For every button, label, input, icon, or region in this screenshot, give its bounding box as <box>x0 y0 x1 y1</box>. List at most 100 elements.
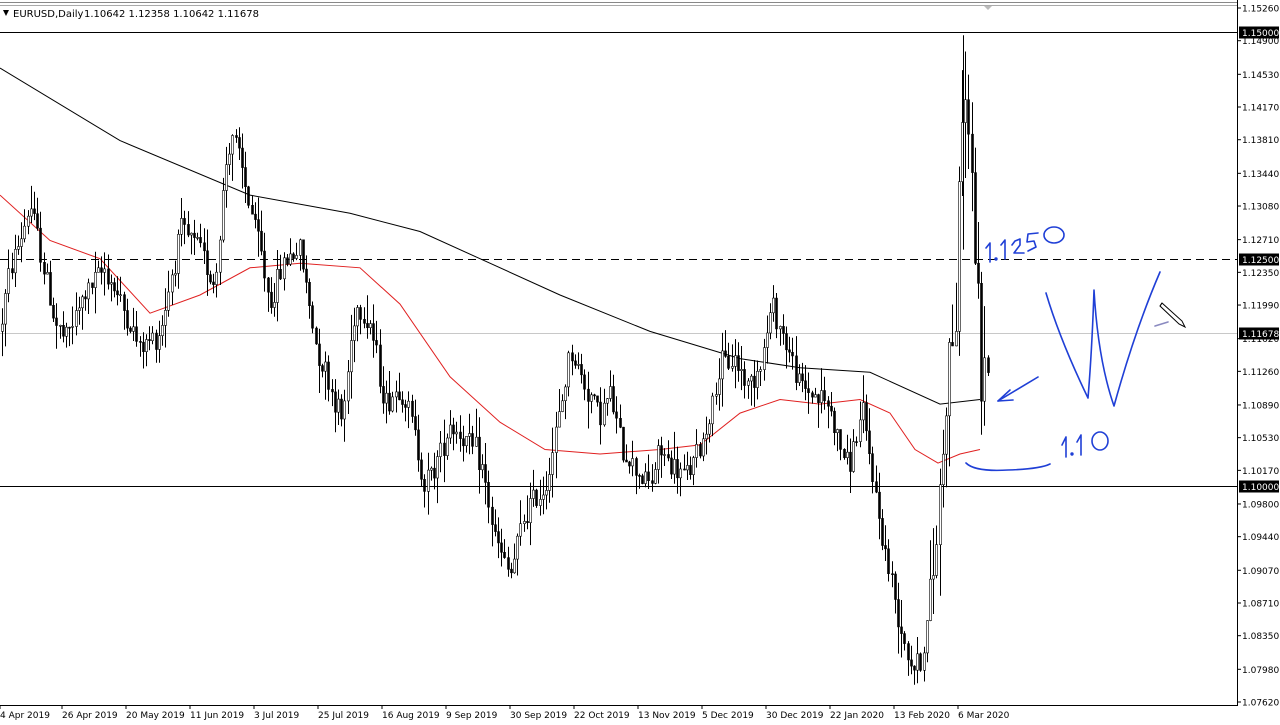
candle-bull <box>177 234 180 274</box>
candle-bear <box>839 429 842 450</box>
candle-bear <box>676 459 679 479</box>
candle-bear <box>823 390 826 402</box>
y-tick-label: 1.07980 <box>1242 666 1279 676</box>
candle-bull <box>798 373 801 383</box>
candle-bear <box>510 568 513 574</box>
candle-bull <box>916 653 919 671</box>
candle-bear <box>619 417 622 428</box>
candle-bear <box>292 253 295 259</box>
candle-bull <box>180 218 183 235</box>
candle-bear <box>459 431 462 439</box>
candle-bear <box>116 290 119 296</box>
candle-bull <box>772 297 775 314</box>
y-tick-label: 1.09070 <box>1242 567 1279 577</box>
candle-bull <box>939 484 942 546</box>
candle-bull <box>673 459 676 475</box>
candle-bear <box>315 327 318 345</box>
handwriting-dot <box>994 257 998 261</box>
candle-bull <box>295 255 298 259</box>
candle-bear <box>833 410 836 434</box>
candle-bull <box>734 355 737 367</box>
candle-bull <box>97 267 100 273</box>
y-tick-label: 1.14530 <box>1242 71 1279 81</box>
candle-bull <box>71 326 74 328</box>
y-tick-label: 1.10170 <box>1242 467 1279 477</box>
candle-bear <box>241 147 244 168</box>
candle-bull <box>609 386 612 399</box>
x-tick-label: 9 Sep 2019 <box>446 711 498 720</box>
candle-bear <box>49 272 52 306</box>
x-tick-label: 11 Jun 2019 <box>190 711 244 720</box>
candle-bear <box>155 332 158 350</box>
x-tick-label: 6 Mar 2020 <box>958 711 1010 720</box>
candle-bear <box>724 350 727 357</box>
candle-bear <box>238 137 241 149</box>
candle-bull <box>289 253 292 265</box>
candle-bull <box>171 274 174 293</box>
candle-bear <box>311 305 314 329</box>
candle-bull <box>449 424 452 439</box>
candle-bull <box>385 392 388 404</box>
y-tick-label: 1.14170 <box>1242 104 1279 114</box>
candle-bear <box>123 294 126 311</box>
candle-bull <box>631 458 634 467</box>
candle-bear <box>587 388 590 402</box>
candle-bear <box>375 340 378 346</box>
candle-bull <box>740 369 743 371</box>
candle-bull <box>862 402 865 421</box>
candle-bear <box>423 478 426 492</box>
candle-bull <box>190 232 193 236</box>
candle-bull <box>852 441 855 472</box>
level-label-text: 1.15000 <box>1242 29 1279 39</box>
y-tick-label: 1.12350 <box>1242 269 1279 279</box>
x-tick-label: 5 Dec 2019 <box>702 711 754 720</box>
candle-bear <box>910 659 913 667</box>
candle-bear <box>401 399 404 405</box>
chart-window[interactable]: EURUSD,Daily 1.10642 1.12358 1.10642 1.1… <box>0 0 1280 721</box>
candle-bull <box>932 575 935 580</box>
candle-bull <box>273 302 276 308</box>
y-tick-label: 1.15260 <box>1242 5 1279 15</box>
y-tick-label: 1.11990 <box>1242 302 1279 312</box>
candle-bear <box>593 394 596 397</box>
candle-bear <box>183 218 186 225</box>
candle-bull <box>439 442 442 457</box>
candle-bull <box>686 465 689 471</box>
symbol-label[interactable]: EURUSD,Daily <box>13 9 84 20</box>
level-label-text: 1.10000 <box>1242 483 1279 493</box>
candle-bear <box>878 491 881 519</box>
y-tick-label: 1.09440 <box>1242 533 1279 543</box>
candle-bear <box>974 172 977 264</box>
candle-bull <box>692 457 695 476</box>
candle-bull <box>119 294 122 297</box>
candle-bull <box>654 469 657 484</box>
candle-bull <box>705 433 708 440</box>
x-tick-label: 3 Jul 2019 <box>254 711 299 720</box>
candle-bull <box>715 394 718 397</box>
candle-bear <box>670 457 673 475</box>
candle-bull <box>859 419 862 442</box>
candle-bear <box>913 665 916 671</box>
candle-bull <box>747 380 750 386</box>
x-tick-label: 30 Dec 2019 <box>766 711 824 720</box>
candle-bull <box>558 411 561 428</box>
candle-bear <box>84 296 87 300</box>
candle-bear <box>462 438 465 447</box>
candle-bear <box>526 521 529 524</box>
price-chart[interactable]: EURUSD,Daily 1.10642 1.12358 1.10642 1.1… <box>0 0 1280 721</box>
candle-bull <box>324 361 327 372</box>
candle-bull <box>958 181 961 332</box>
candle-bear <box>107 268 110 285</box>
candle-bear <box>263 250 266 279</box>
candle-bull <box>718 378 721 395</box>
candle-bull <box>475 436 478 447</box>
candle-bull <box>481 464 484 471</box>
candle-bear <box>247 186 250 206</box>
candle-bear <box>187 224 190 236</box>
candle-bear <box>507 557 510 570</box>
candle-bear <box>254 213 257 220</box>
candle-bull <box>430 467 433 471</box>
candle-bear <box>52 304 55 319</box>
y-tick-label: 1.13440 <box>1242 170 1279 180</box>
candle-bull <box>468 433 471 437</box>
